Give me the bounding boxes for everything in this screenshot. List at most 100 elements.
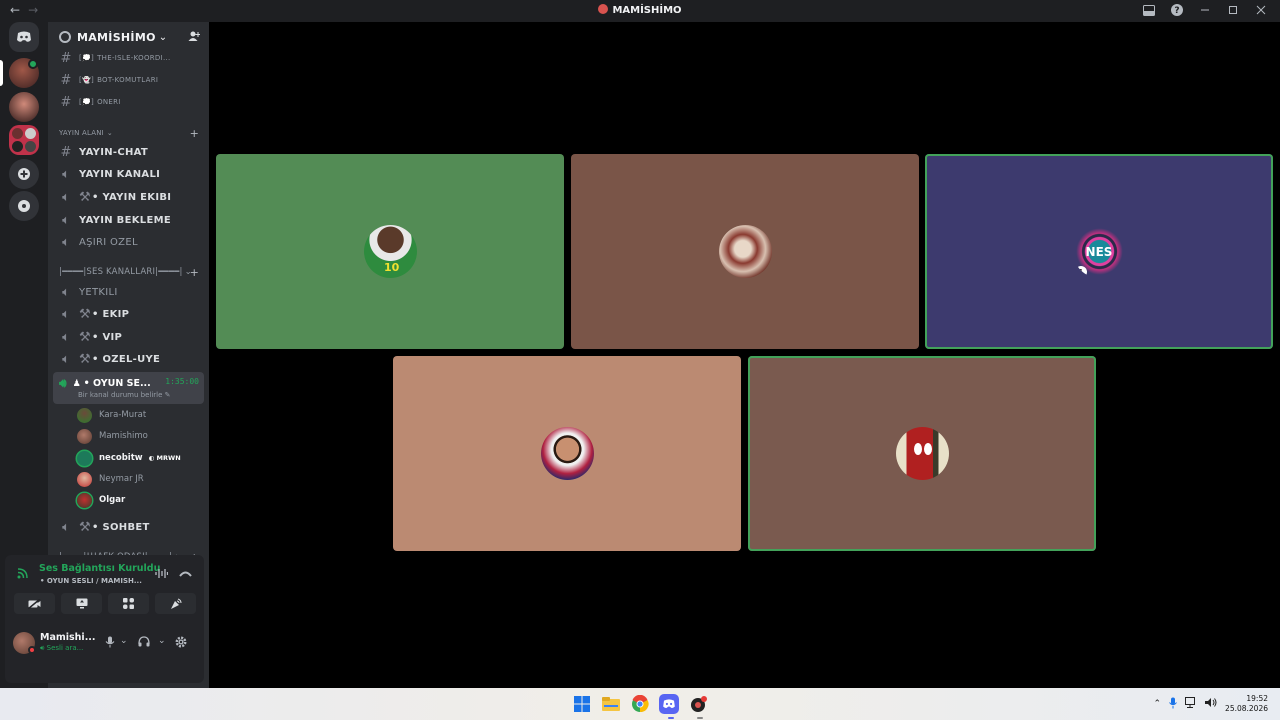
voice-action-buttons bbox=[14, 593, 196, 614]
channel-asiri-ozel[interactable]: 🔈︎ AŞIRI ÖZEL bbox=[53, 232, 204, 252]
speaker-icon: 🔈︎ bbox=[62, 519, 70, 535]
voice-connection-panel: Ses Bağlantısı Kuruldu • OYUN SESLI / MA… bbox=[5, 555, 204, 683]
channel-label: • YAYIN EKIBI bbox=[92, 191, 172, 203]
participant-tile[interactable] bbox=[748, 356, 1096, 551]
noise-suppression-icon[interactable] bbox=[155, 568, 169, 582]
disconnect-icon[interactable] bbox=[179, 568, 192, 581]
category-ses-kanallari[interactable]: |━━━━|SES KANALLARI|━━━━| ⌄ + bbox=[59, 265, 204, 279]
chrome-icon[interactable] bbox=[630, 694, 650, 714]
hammer-icon: ⚒︎ bbox=[79, 306, 91, 322]
maximize-icon[interactable] bbox=[1226, 3, 1240, 17]
active-voice-channel[interactable]: 🔊︎ ♟ • OYUN SE... 1:35:00 Bir kanal duru… bbox=[53, 372, 204, 404]
camera-off-icon bbox=[28, 598, 41, 609]
discord-home-icon[interactable] bbox=[9, 22, 39, 52]
discover-icon[interactable] bbox=[9, 191, 39, 221]
username[interactable]: Mamishi... bbox=[40, 632, 96, 643]
nav-buttons: ← → bbox=[10, 3, 38, 17]
chevron-down-icon[interactable]: ⌄ bbox=[120, 636, 128, 646]
participant-tile[interactable] bbox=[571, 154, 919, 349]
clock[interactable]: 19:52 25.08.2026 bbox=[1225, 694, 1268, 714]
speaker-icon: 🔈︎ bbox=[62, 189, 70, 205]
chevron-down-icon: ⌄ bbox=[106, 129, 113, 137]
hammer-icon: ⚒︎ bbox=[79, 189, 91, 205]
participant-avatar bbox=[895, 427, 949, 480]
voice-member[interactable]: Mamishimo bbox=[77, 426, 148, 446]
os-taskbar: ⌃ 19:52 25.08.2026 bbox=[0, 688, 1280, 720]
hammer-icon: ⚒︎ bbox=[79, 329, 91, 345]
category-yayin-alani[interactable]: YAYIN ALANI ⌄ + bbox=[59, 126, 204, 140]
channel-status-prompt[interactable]: Bir kanal durumu belirle ✎ bbox=[78, 391, 171, 399]
speaker-active-icon: 🔊︎ bbox=[59, 376, 67, 390]
server-icon-2[interactable] bbox=[9, 92, 39, 122]
server-folder-icon[interactable] bbox=[9, 125, 39, 155]
channel-yayin-bekleme[interactable]: 🔈︎ YAYIN BEKLEME bbox=[53, 210, 204, 230]
channel-the-isle[interactable]: # [💭] THE-ISLE-KOORDI... bbox=[53, 48, 204, 68]
camera-toggle-button[interactable] bbox=[14, 593, 55, 614]
microphone-icon[interactable] bbox=[105, 636, 115, 651]
start-menu-icon[interactable] bbox=[572, 694, 592, 714]
channel-label: YAYIN KANALI bbox=[79, 168, 161, 180]
voice-member[interactable]: Olgar bbox=[77, 490, 125, 510]
channel-ozel-uye[interactable]: 🔈︎ ⚒︎ • OZEL-UYE bbox=[53, 349, 204, 369]
window-title: MAMİSHİMO bbox=[0, 4, 1280, 16]
inbox-icon[interactable] bbox=[1142, 3, 1156, 17]
network-icon[interactable] bbox=[1185, 697, 1197, 711]
speaker-icon: 🔈︎ bbox=[62, 351, 70, 367]
channel-prefix: [👻] bbox=[79, 76, 95, 84]
selected-server-indicator bbox=[0, 60, 3, 86]
create-channel-icon[interactable]: + bbox=[190, 266, 199, 279]
participant-tile[interactable]: NES 1 bbox=[925, 154, 1273, 349]
clock-time: 19:52 bbox=[1246, 694, 1268, 703]
participant-tile[interactable]: 10 bbox=[216, 154, 564, 349]
screen-share-button[interactable] bbox=[61, 593, 102, 614]
back-arrow-icon[interactable]: ← bbox=[10, 3, 20, 17]
screen-share-icon bbox=[76, 598, 87, 609]
add-member-icon[interactable] bbox=[188, 30, 200, 46]
voice-member[interactable]: Neymar JR bbox=[77, 469, 144, 489]
channel-bot-komutlari[interactable]: # [👻] BOT-KOMUTLARI bbox=[53, 70, 204, 90]
volume-icon[interactable] bbox=[1205, 697, 1217, 711]
chevron-down-icon: ⌄ bbox=[158, 31, 168, 43]
close-icon[interactable] bbox=[1254, 3, 1268, 17]
chevron-down-icon[interactable]: ⌄ bbox=[158, 636, 166, 646]
microphone-tray-icon[interactable] bbox=[1169, 697, 1177, 712]
soundboard-button[interactable] bbox=[155, 593, 196, 614]
channel-oneri[interactable]: # [💭] ÖNERI bbox=[53, 92, 204, 112]
voice-status[interactable]: Ses Bağlantısı Kuruldu bbox=[39, 563, 160, 574]
channel-yayin-ekibi[interactable]: 🔈︎ ⚒︎ • YAYIN EKIBI bbox=[53, 187, 204, 207]
clock-date: 25.08.2026 bbox=[1225, 704, 1268, 713]
voice-channel-path[interactable]: • OYUN SESLI / MAMISH... bbox=[40, 577, 142, 585]
speaker-icon: 🔈︎ bbox=[62, 212, 70, 228]
activities-button[interactable] bbox=[108, 593, 149, 614]
help-icon[interactable]: ? bbox=[1170, 3, 1184, 17]
voice-member[interactable]: Kara-Murat bbox=[77, 405, 146, 425]
member-name: Neymar JR bbox=[99, 474, 144, 484]
speaker-icon: 🔈︎ bbox=[62, 329, 70, 345]
app-taskbar-icon[interactable] bbox=[688, 694, 708, 714]
create-channel-icon[interactable]: + bbox=[190, 127, 199, 140]
status-dot-icon bbox=[28, 646, 36, 654]
channel-yetkili[interactable]: 🔈︎ YETKİLİ bbox=[53, 282, 204, 302]
channel-vip[interactable]: 🔈︎ ⚒︎ • VIP bbox=[53, 327, 204, 347]
gear-icon[interactable] bbox=[175, 636, 187, 651]
voice-member[interactable]: necobitw ◐ MRWN bbox=[77, 448, 183, 468]
forward-arrow-icon[interactable]: → bbox=[28, 3, 38, 17]
category-label: YAYIN ALANI bbox=[59, 129, 104, 137]
system-tray: ⌃ 19:52 25.08.2026 bbox=[1154, 694, 1269, 714]
participant-avatar: 10 bbox=[363, 225, 417, 278]
channel-yayin-kanali[interactable]: 🔈︎ YAYIN KANALI bbox=[53, 164, 204, 184]
signal-icon[interactable] bbox=[17, 567, 29, 582]
channel-sohbet[interactable]: 🔈︎ ⚒︎ • SOHBET bbox=[53, 517, 204, 537]
add-server-icon[interactable] bbox=[9, 159, 39, 189]
soundboard-icon bbox=[170, 598, 181, 609]
file-explorer-icon[interactable] bbox=[601, 694, 621, 714]
minimize-icon[interactable] bbox=[1198, 3, 1212, 17]
headphones-icon[interactable] bbox=[138, 636, 150, 650]
discord-taskbar-icon[interactable] bbox=[659, 694, 679, 714]
guild-tag-badge: ◐ MRWN bbox=[146, 453, 183, 463]
channel-yayin-chat[interactable]: # YAYIN-CHAT bbox=[53, 142, 204, 162]
voice-connected-icon bbox=[28, 59, 38, 69]
tray-overflow-icon[interactable]: ⌃ bbox=[1154, 699, 1162, 709]
participant-tile[interactable] bbox=[393, 356, 741, 551]
channel-ekip[interactable]: 🔈︎ ⚒︎ • EKIP bbox=[53, 304, 204, 324]
